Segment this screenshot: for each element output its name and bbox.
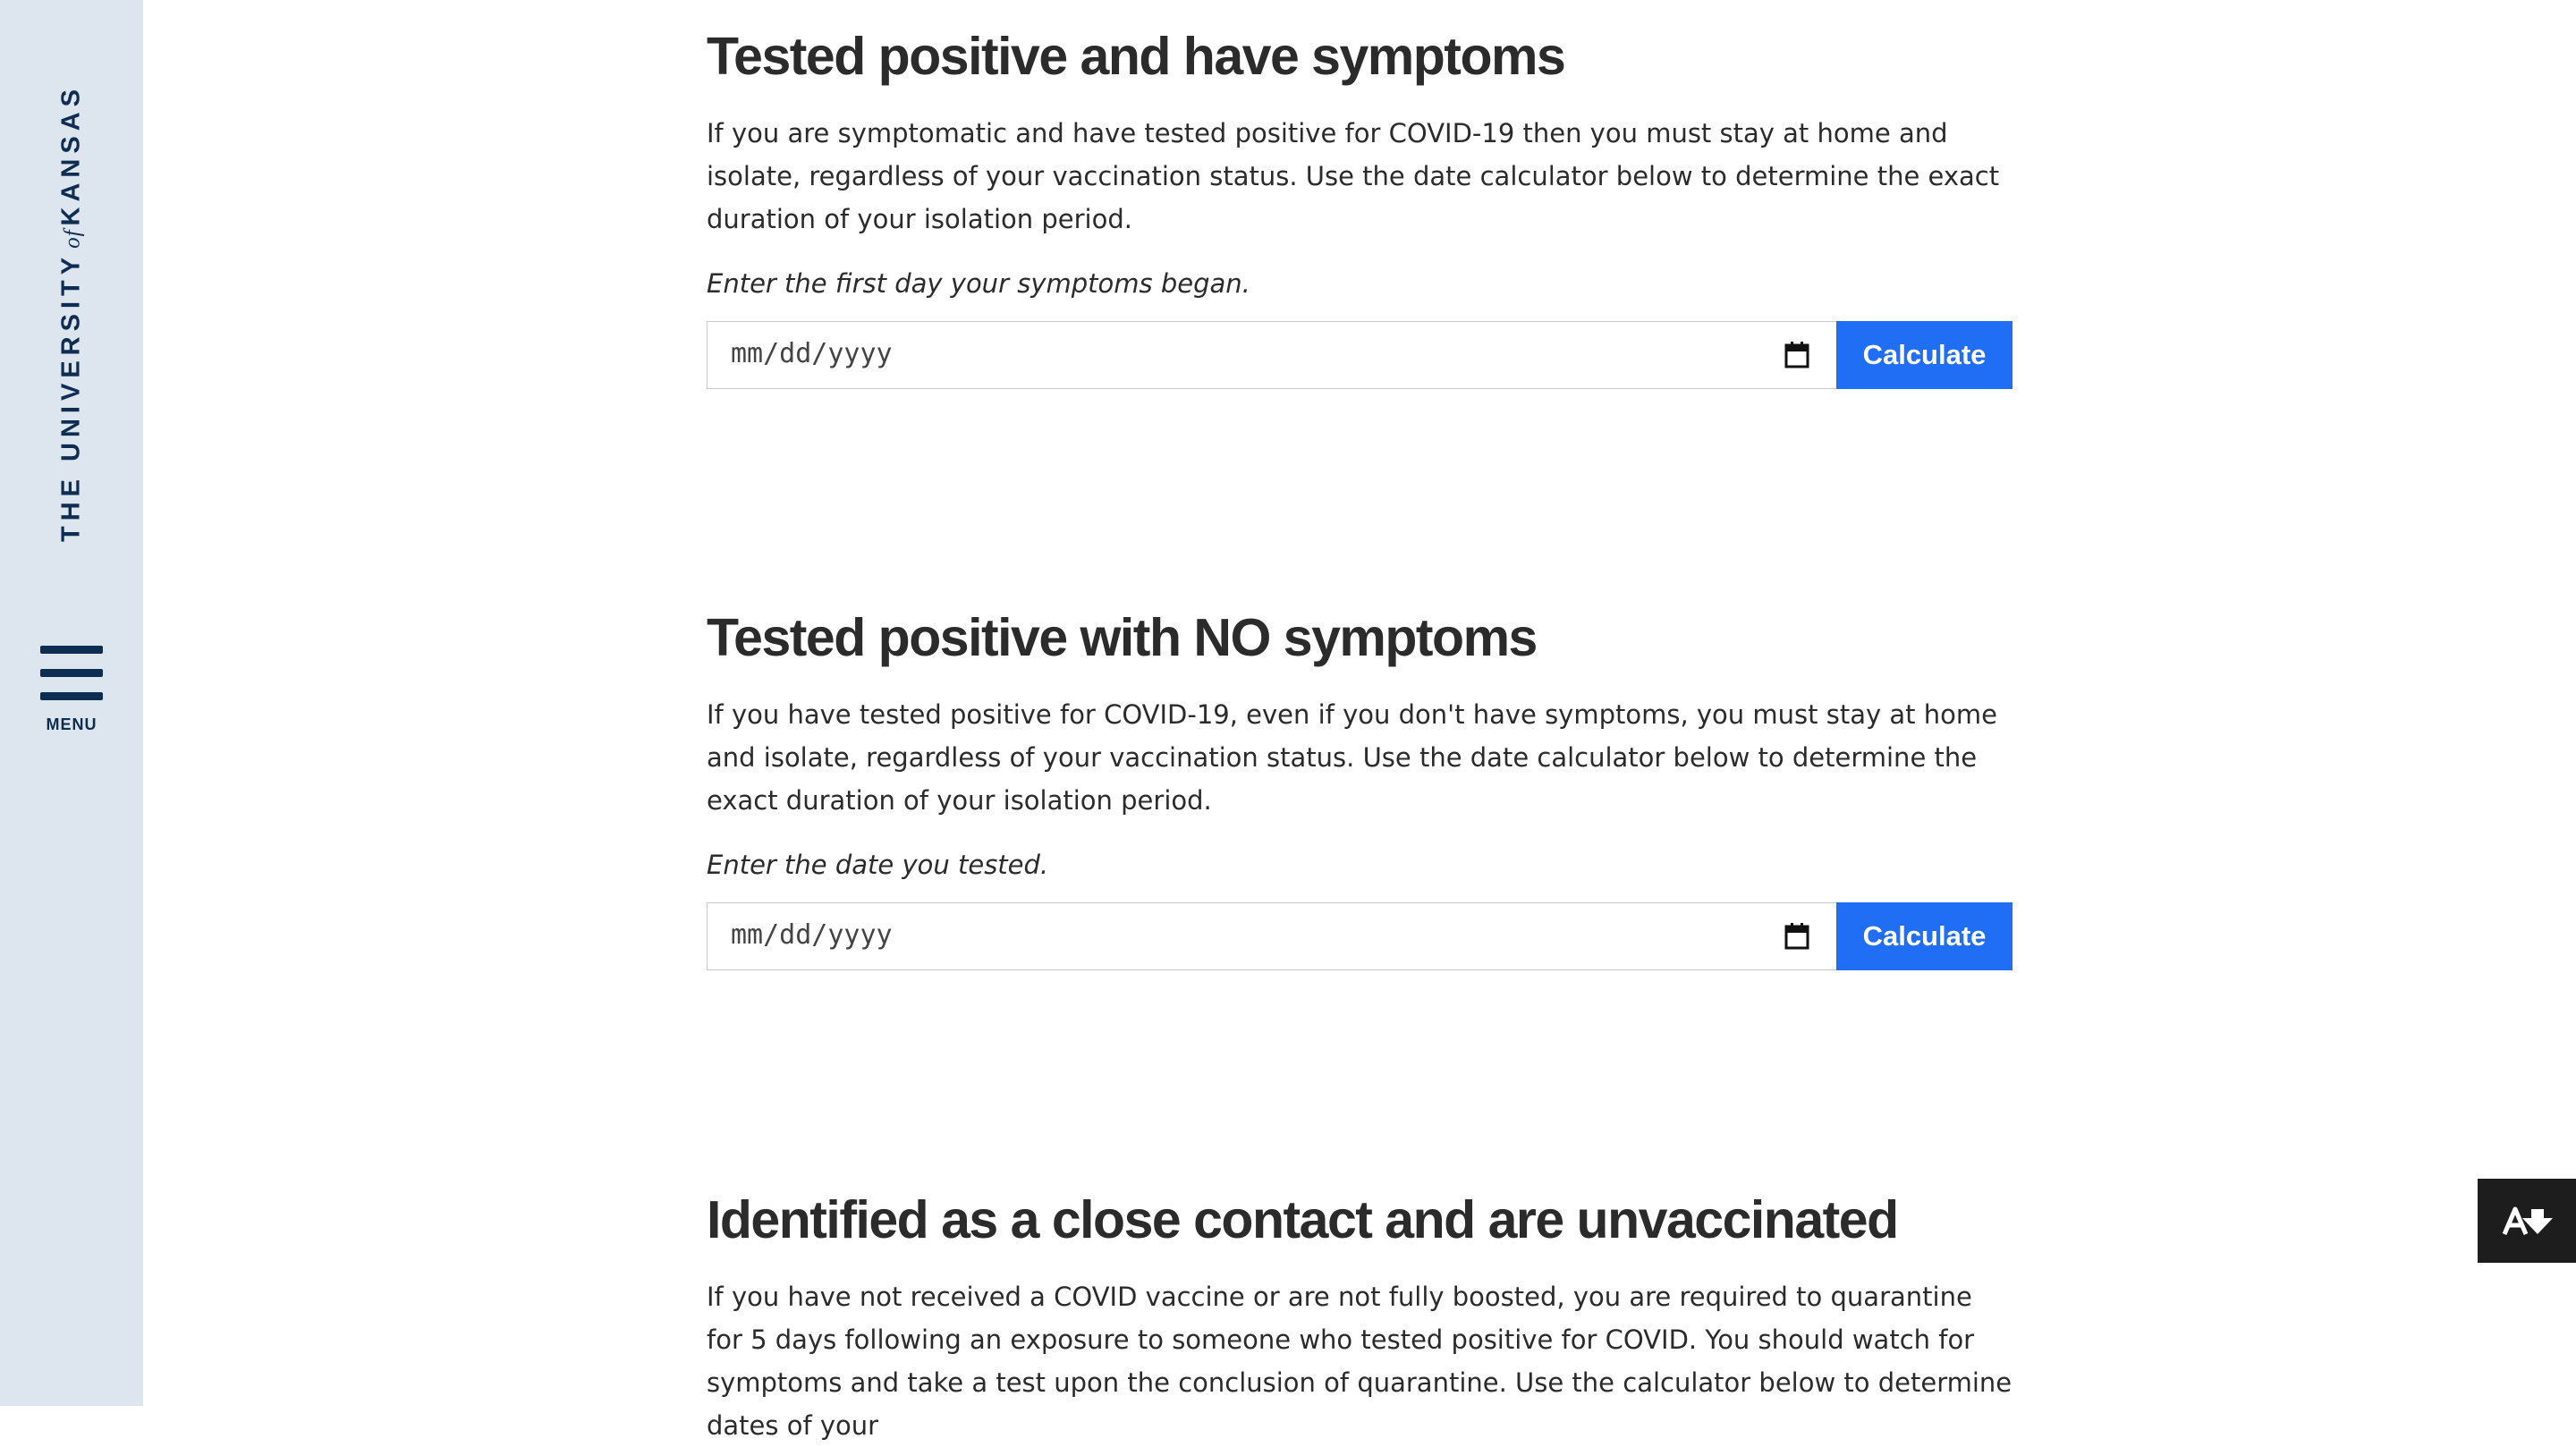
accessibility-download-icon (2502, 1206, 2553, 1235)
calculate-button[interactable]: Calculate (1836, 902, 2012, 970)
calendar-icon[interactable] (1784, 342, 1809, 368)
section-title: Identified as a close contact and are un… (707, 1190, 1899, 1249)
section-symptomatic: Tested positive and have symptoms If you… (707, 24, 2012, 389)
section-description: If you have tested positive for COVID-19… (707, 699, 1997, 816)
date-prompt: Enter the date you tested. (707, 850, 1049, 880)
menu-label: MENU (46, 715, 97, 733)
menu-button[interactable]: MENU (34, 646, 109, 735)
section-close-contact-unvaccinated: Identified as a close contact and are un… (707, 1188, 2012, 1447)
date-input-placeholder: mm/dd/yyyy (731, 338, 893, 369)
section-description: If you have not received a COVID vaccine… (707, 1282, 2012, 1441)
logo-part2: KANSAS (56, 83, 86, 226)
section-description: If you are symptomatic and have tested p… (707, 118, 2000, 234)
accessibility-download-button[interactable] (2478, 1179, 2576, 1263)
date-input[interactable]: mm/dd/yyyy (707, 902, 1837, 970)
section-title: Tested positive and have symptoms (707, 27, 1566, 86)
university-wordmark: THE UNIVERSITYof KANSAS (57, 84, 87, 542)
calendar-icon[interactable] (1784, 923, 1809, 950)
date-input-placeholder: mm/dd/yyyy (731, 919, 893, 951)
calculate-button[interactable]: Calculate (1836, 321, 2012, 389)
logo-part1: THE UNIVERSITY (56, 251, 86, 543)
section-asymptomatic: Tested positive with NO symptoms If you … (707, 605, 2012, 970)
date-input[interactable]: mm/dd/yyyy (707, 321, 1837, 389)
date-prompt: Enter the first day your symptoms began. (707, 268, 1250, 299)
date-calculator: mm/dd/yyyy Calculate (707, 321, 2012, 389)
date-calculator: mm/dd/yyyy Calculate (707, 902, 2012, 970)
logo-of: of (60, 229, 85, 249)
sidebar: THE UNIVERSITYof KANSAS MENU (0, 0, 143, 1406)
section-title: Tested positive with NO symptoms (707, 608, 1538, 667)
